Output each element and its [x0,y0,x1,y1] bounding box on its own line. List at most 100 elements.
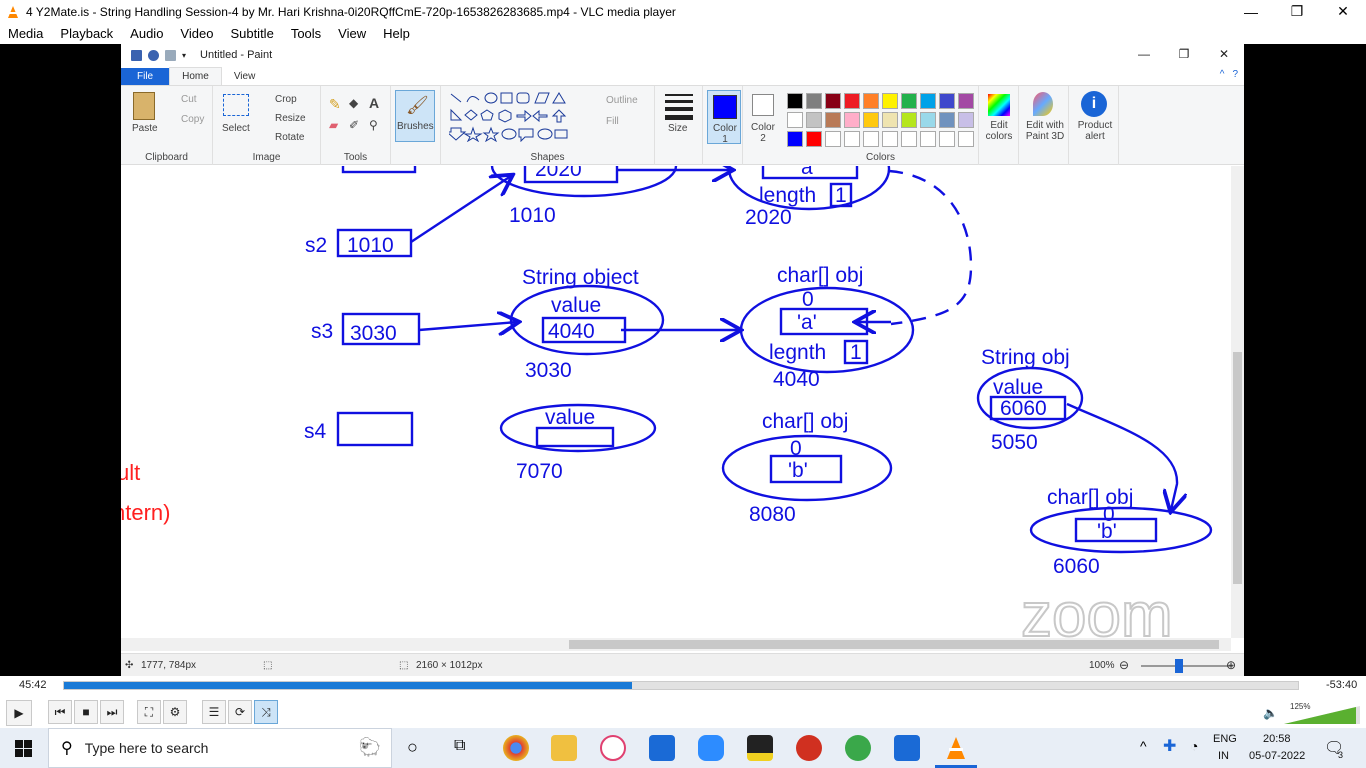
collapse-ribbon-icon[interactable]: ^ [1220,69,1225,80]
clock-time[interactable]: 20:58 [1263,733,1291,745]
play-button[interactable]: ▶ [6,700,32,726]
picker-icon[interactable]: ✐ [349,118,359,132]
color-swatch[interactable] [787,131,803,147]
recorder-icon[interactable] [796,735,822,761]
color-swatch[interactable] [939,131,955,147]
clock-date[interactable]: 05-07-2022 [1249,750,1305,762]
color1-button[interactable]: Color 1 [707,90,741,145]
color-swatch[interactable] [901,93,917,109]
color-swatch[interactable] [806,93,822,109]
color-swatch[interactable] [958,112,974,128]
product-alert-button[interactable]: Product alert [1073,120,1117,142]
zoom-in-button[interactable]: ⊕ [1226,658,1236,672]
resize-button[interactable]: Resize [275,113,306,124]
vlc-taskbar-icon[interactable] [943,735,969,761]
zoom-app-icon[interactable] [698,735,724,761]
photos-icon[interactable] [894,735,920,761]
select-button[interactable]: Select [222,123,250,134]
size-button[interactable]: Size [668,123,687,134]
color-swatch[interactable] [920,93,936,109]
fullscreen-button[interactable]: ⛶ [137,700,161,724]
menu-video[interactable]: Video [180,26,213,41]
crop-button[interactable]: Crop [275,94,297,105]
close-button[interactable]: ✕ [1320,0,1366,23]
edit-paint3d-button[interactable]: Edit with Paint 3D [1021,120,1069,142]
undo-icon[interactable] [148,49,159,61]
copy-button[interactable]: Copy [181,114,204,125]
color-swatch[interactable] [939,93,955,109]
color-swatch[interactable] [806,112,822,128]
green-app-icon[interactable] [845,735,871,761]
magnifier-icon[interactable]: ⚲ [369,118,378,132]
rotate-button[interactable]: Rotate [275,132,304,143]
paint-canvas[interactable]: 2020 1010 a length 1 2020 s2 1010 String… [121,166,1231,638]
color-swatch[interactable] [863,112,879,128]
horizontal-scroll-thumb[interactable] [569,640,1219,649]
zoom-out-button[interactable]: ⊖ [1119,658,1129,672]
color-swatch[interactable] [939,112,955,128]
menu-audio[interactable]: Audio [130,26,163,41]
paste-icon[interactable] [133,92,155,120]
previous-button[interactable]: ⏮ [48,700,72,724]
brushes-button[interactable]: 🖌 Brushes [395,90,435,142]
color-swatch[interactable] [882,112,898,128]
rainbow-icon[interactable] [988,94,1010,116]
next-button[interactable]: ⏭ [100,700,124,724]
network-icon[interactable]: ◔ [1190,738,1198,754]
cortana-icon[interactable]: ○ [407,737,418,758]
color-swatch[interactable] [825,112,841,128]
store-icon[interactable] [649,735,675,761]
paint-minimize-button[interactable]: — [1124,44,1164,64]
time-remaining[interactable]: -53:40 [1326,679,1357,691]
color-swatch[interactable] [882,131,898,147]
video-area[interactable]: ▾ Untitled - Paint — ❐ ✕ File Home View … [0,44,1366,676]
taskbar-search-box[interactable]: ⚲ Type here to search 🐑 [48,728,392,768]
color-swatch[interactable] [958,131,974,147]
shuffle-button[interactable]: ⤨ [254,700,278,724]
file-explorer-icon[interactable] [551,735,577,761]
tab-file[interactable]: File [121,68,170,85]
color-swatch[interactable] [844,131,860,147]
pencil-icon[interactable]: ✎ [329,96,341,113]
color-swatch[interactable] [787,112,803,128]
snipping-tool-icon[interactable] [600,735,626,761]
outline-button[interactable]: Outline [606,95,638,106]
paint3d-icon[interactable] [1033,92,1053,116]
save-icon[interactable] [131,49,142,61]
color-swatch[interactable] [806,131,822,147]
paint-maximize-button[interactable]: ❐ [1164,44,1204,64]
select-icon[interactable] [223,94,249,116]
maximize-button[interactable]: ❐ [1274,0,1320,23]
color-swatch[interactable] [901,112,917,128]
menu-help[interactable]: Help [383,26,410,41]
color-swatch[interactable] [825,131,841,147]
color-swatch[interactable] [844,112,860,128]
color-swatch[interactable] [825,93,841,109]
zoom-slider-thumb[interactable] [1175,659,1183,673]
info-icon[interactable]: i [1081,91,1107,117]
playlist-button[interactable]: ☰ [202,700,226,724]
volume-icon[interactable]: 🔈 [1263,706,1278,720]
tab-home[interactable]: Home [169,67,222,85]
color-swatch[interactable] [920,131,936,147]
edit-colors-button[interactable]: Edit colors [981,120,1017,142]
shapes-gallery[interactable] [449,92,575,142]
color-swatch[interactable] [901,131,917,147]
loop-button[interactable]: ⟳ [228,700,252,724]
vertical-scrollbar[interactable] [1231,166,1244,638]
windows-start-icon[interactable] [15,740,32,757]
horizontal-scrollbar[interactable] [121,638,1231,651]
sticky-notes-icon[interactable] [747,735,773,761]
extended-settings-button[interactable]: ⚙ [163,700,187,724]
redo-icon[interactable] [165,49,176,61]
help-icon[interactable]: ? [1232,69,1238,80]
chrome-icon[interactable] [503,735,529,761]
color-swatch[interactable] [844,93,860,109]
color-swatch[interactable] [882,93,898,109]
size-icon[interactable] [665,94,693,120]
quick-access-dropdown-icon[interactable]: ▾ [182,51,186,60]
zoom-slider[interactable] [1141,659,1233,673]
minimize-button[interactable]: — [1228,0,1274,23]
menu-subtitle[interactable]: Subtitle [230,26,273,41]
fill-icon[interactable]: ◆ [349,96,358,110]
